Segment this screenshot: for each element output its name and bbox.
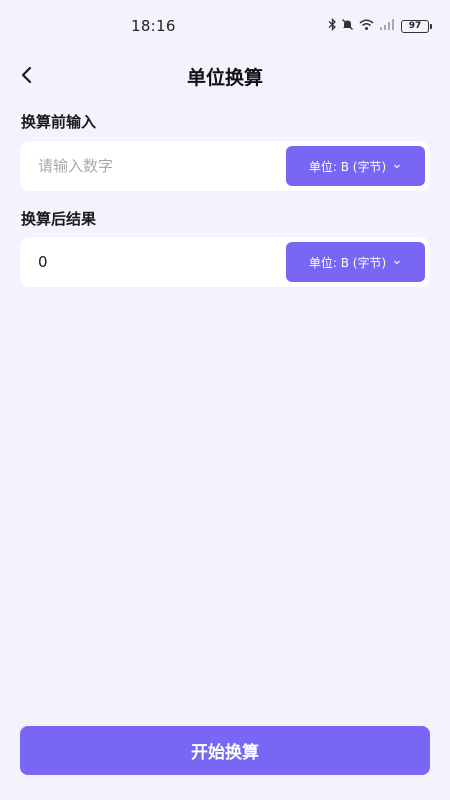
battery-level: 97 (401, 19, 429, 33)
input-section-label: 换算前输入 (21, 113, 97, 131)
chevron-down-icon (394, 164, 401, 169)
battery-icon: 97 (401, 19, 432, 33)
bluetooth-icon (328, 17, 337, 34)
start-convert-button[interactable]: 开始换算 (20, 726, 430, 775)
nav-bar: 单位换算 (0, 52, 450, 98)
signal-icon (379, 18, 397, 34)
input-unit-select[interactable]: 单位: B (字节) (286, 146, 425, 186)
status-icons: 97 (328, 17, 432, 34)
page-title: 单位换算 (186, 67, 263, 89)
result-value: 0 (38, 253, 48, 271)
input-unit-label: 单位: B (字节) (308, 159, 387, 174)
status-time: 18:16 (131, 17, 176, 35)
wifi-icon (358, 18, 375, 34)
output-unit-select[interactable]: 单位: B (字节) (286, 242, 425, 282)
chevron-down-icon (394, 260, 401, 265)
status-bar: 18:16 97 (0, 0, 450, 52)
number-input[interactable] (38, 141, 278, 191)
mute-bell-icon (341, 18, 354, 34)
output-unit-label: 单位: B (字节) (308, 255, 387, 270)
output-card: 0 单位: B (字节) (20, 237, 430, 287)
input-card: 单位: B (字节) (20, 141, 430, 191)
output-section-label: 换算后结果 (21, 210, 97, 228)
